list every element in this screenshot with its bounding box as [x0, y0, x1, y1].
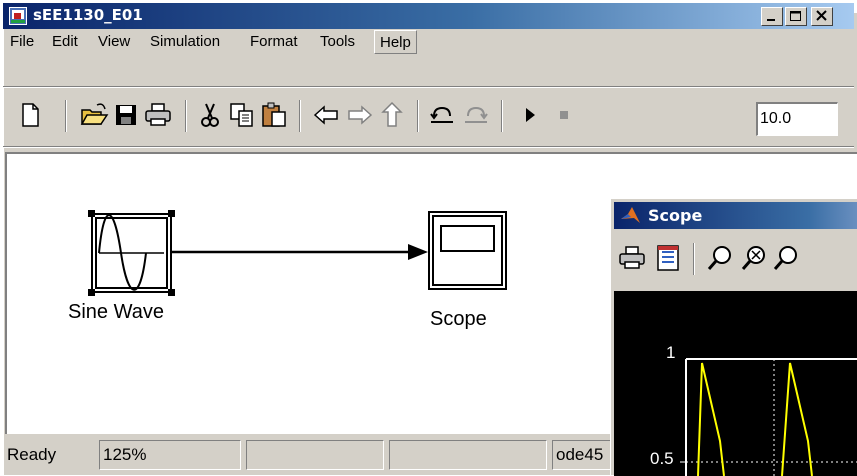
scope-window-title: Scope: [648, 206, 703, 225]
sine-wave-label[interactable]: Sine Wave: [68, 301, 164, 324]
scope-screen-icon: [440, 225, 495, 252]
scope-title-bar[interactable]: Scope: [614, 202, 857, 229]
scope-block[interactable]: [428, 211, 507, 290]
arrowhead-icon: [408, 244, 428, 260]
scope-print-icon[interactable]: [617, 243, 647, 273]
status-cell: [389, 440, 547, 470]
selection-handle[interactable]: [88, 289, 95, 296]
scope-axes: [680, 358, 857, 476]
scope-toolbar-separator: [693, 243, 695, 275]
zoom-icon[interactable]: [705, 243, 735, 273]
signal-line[interactable]: [171, 244, 428, 260]
scope-parameters-icon[interactable]: [653, 243, 683, 273]
scope-label[interactable]: Scope: [430, 308, 487, 331]
selection-handle[interactable]: [168, 210, 175, 217]
scope-window: Scope 1 0.5: [610, 198, 857, 476]
zoom-y-icon[interactable]: [771, 243, 801, 273]
zoom-x-icon[interactable]: [739, 243, 769, 273]
scope-plot-area[interactable]: 1 0.5: [614, 291, 857, 476]
signal-trace: [781, 362, 813, 476]
selection-handle[interactable]: [88, 210, 95, 217]
signal-trace: [697, 362, 725, 476]
matlab-logo-icon: [621, 207, 640, 223]
sine-wave-block[interactable]: [88, 210, 175, 296]
status-cell: [246, 440, 384, 470]
selection-handle[interactable]: [168, 289, 175, 296]
status-state: Ready: [7, 445, 57, 464]
status-zoom: 125%: [99, 440, 241, 470]
